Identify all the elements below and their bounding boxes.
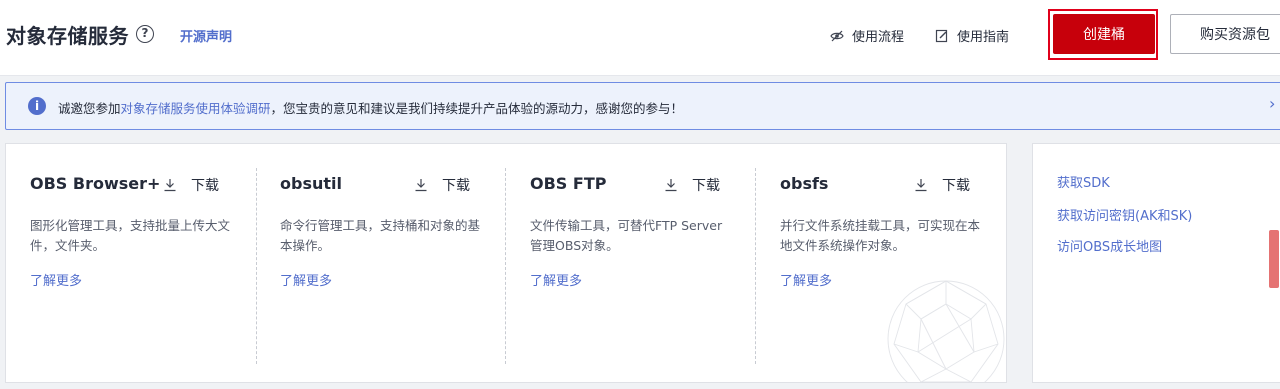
- learn-more-link[interactable]: 了解更多: [280, 270, 332, 289]
- download-icon: [915, 179, 927, 192]
- tool-description: 命令行管理工具，支持桶和对象的基本操作。: [280, 218, 481, 253]
- download-label: 下载: [442, 178, 470, 194]
- download-icon: [665, 179, 677, 192]
- obs-growth-map-link[interactable]: 访问OBS成长地图: [1057, 236, 1162, 255]
- tool-description: 文件传输工具，可替代FTP Server管理OBS对象。: [530, 218, 723, 253]
- notice-text-prefix: 诚邀您参加: [58, 101, 121, 116]
- tool-name: obsutil: [280, 174, 342, 193]
- learn-more-link[interactable]: 了解更多: [780, 270, 832, 289]
- tool-name: OBS Browser+: [30, 174, 161, 193]
- create-bucket-button[interactable]: 创建桶: [1053, 14, 1155, 54]
- download-icon: [415, 179, 427, 192]
- tool-description: 并行文件系统挂载工具，可实现在本地文件系统操作对象。: [780, 218, 981, 253]
- download-link[interactable]: 下载: [414, 175, 470, 195]
- page-header: 对象存储服务 ? 开源声明 使用流程 使用指南 创建桶 购买资源包: [0, 0, 1280, 76]
- download-link[interactable]: 下载: [163, 175, 219, 195]
- page-title: 对象存储服务: [6, 24, 129, 48]
- usage-guide-link[interactable]: 使用指南: [935, 26, 1009, 45]
- notice-text: 诚邀您参加对象存储服务使用体验调研，您宝贵的意见和建议是我们持续提升产品体验的源…: [58, 98, 683, 117]
- info-icon: i: [28, 97, 46, 115]
- get-sdk-link[interactable]: 获取SDK: [1057, 172, 1110, 191]
- download-label: 下载: [942, 178, 970, 194]
- usage-flow-link[interactable]: 使用流程: [830, 26, 904, 45]
- get-access-key-link[interactable]: 获取访问密钥(AK和SK): [1057, 205, 1192, 224]
- tool-name: OBS FTP: [530, 174, 607, 193]
- eye-icon: [830, 30, 844, 41]
- learn-more-link[interactable]: 了解更多: [530, 270, 582, 289]
- tool-card-obs-browser: OBS Browser+ 下载 图形化管理工具，支持批量上传大文件，文件夹。 了…: [6, 144, 256, 382]
- notice-text-suffix: ，您宝贵的意见和建议是我们持续提升产品体验的源动力，感谢您的参与！: [270, 101, 684, 116]
- download-icon: [164, 179, 176, 192]
- decorative-sphere: [887, 280, 1005, 382]
- usage-guide-label: 使用指南: [957, 30, 1010, 45]
- usage-flow-label: 使用流程: [852, 30, 905, 45]
- tool-name: obsfs: [780, 174, 829, 193]
- download-link[interactable]: 下载: [664, 175, 720, 195]
- help-icon[interactable]: ?: [136, 25, 154, 43]
- learn-more-link[interactable]: 了解更多: [30, 270, 82, 289]
- tool-description: 图形化管理工具，支持批量上传大文件，文件夹。: [30, 218, 231, 253]
- scrollbar-thumb[interactable]: [1269, 230, 1279, 288]
- buy-resource-package-button[interactable]: 购买资源包: [1170, 14, 1280, 54]
- survey-notice-banner: i 诚邀您参加对象存储服务使用体验调研，您宝贵的意见和建议是我们持续提升产品体验…: [5, 82, 1280, 130]
- tools-panel: OBS Browser+ 下载 图形化管理工具，支持批量上传大文件，文件夹。 了…: [5, 143, 1007, 383]
- quick-links-panel: 获取SDK 获取访问密钥(AK和SK) 访问OBS成长地图: [1032, 143, 1280, 383]
- download-label: 下载: [191, 178, 219, 194]
- tool-card-obsutil: obsutil 下载 命令行管理工具，支持桶和对象的基本操作。 了解更多: [256, 144, 506, 382]
- chevron-right-icon[interactable]: ›: [1269, 94, 1275, 113]
- opensource-statement-link[interactable]: 开源声明: [180, 26, 232, 45]
- edit-doc-icon: [935, 29, 948, 42]
- download-link[interactable]: 下载: [914, 175, 970, 195]
- tool-card-obs-ftp: OBS FTP 下载 文件传输工具，可替代FTP Server管理OBS对象。 …: [506, 144, 756, 382]
- download-label: 下载: [692, 178, 720, 194]
- survey-link[interactable]: 对象存储服务使用体验调研: [121, 101, 271, 116]
